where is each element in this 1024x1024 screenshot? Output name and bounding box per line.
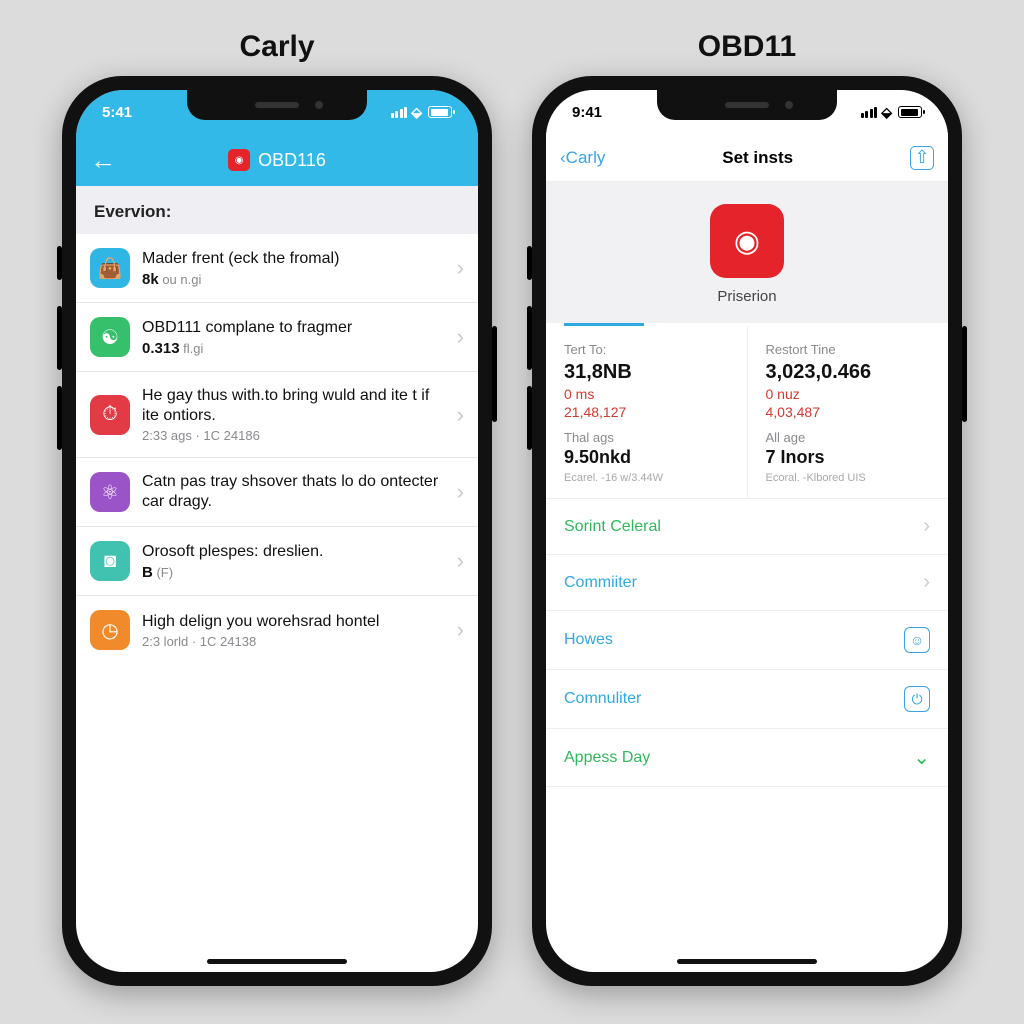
nav-title: Set insts — [722, 148, 793, 168]
chevron-right-icon: › — [923, 515, 930, 538]
notch — [187, 90, 367, 120]
stat-column-left: Tert To: 31,8NB 0 ms 21,48,127 Thal ags … — [546, 326, 747, 498]
link-sorint-celeral[interactable]: Sorint Celeral › — [546, 499, 948, 555]
link-appess-day[interactable]: Appess Day ⌄ — [546, 729, 948, 787]
battery-icon — [898, 106, 922, 118]
status-time: 9:41 — [572, 104, 602, 121]
molecule-icon: ⚛ — [90, 472, 130, 512]
phone-frame-left: 5:41 ⬙ ← ◉ OBD116 Evervion: 👜 — [62, 76, 492, 986]
camera-icon: ◙ — [90, 541, 130, 581]
home-indicator[interactable] — [207, 959, 347, 964]
list-item[interactable]: ◷ High delign you worehsrad hontel 2:3 l… — [76, 596, 478, 664]
chevron-right-icon: › — [449, 479, 464, 505]
list-item[interactable]: ☯ OBD111 complane to fragmer 0.313 fl.gi… — [76, 303, 478, 372]
chevron-right-icon: › — [449, 548, 464, 574]
nav-bar: ‹Carly Set insts ⇧ — [546, 134, 948, 182]
back-arrow-icon[interactable]: ← — [90, 145, 116, 176]
stat-main: 3,023,0.466 — [766, 361, 931, 384]
stats-panel: Tert To: 31,8NB 0 ms 21,48,127 Thal ags … — [546, 326, 948, 498]
share-icon[interactable]: ⇧ — [910, 146, 934, 170]
home-indicator[interactable] — [677, 959, 817, 964]
hero-caption: Priserion — [717, 288, 776, 305]
chevron-right-icon: › — [449, 402, 464, 428]
person-icon: ☺ — [904, 627, 930, 653]
diagnostics-list: 👜 Mader frent (eck the fromal) 8k ou n.g… — [76, 234, 478, 664]
nav-title: OBD116 — [258, 150, 326, 171]
list-item[interactable]: ◙ Orosoft plespes: dreslien. B (F) › — [76, 527, 478, 596]
gauge-icon: ☯ — [90, 317, 130, 357]
power-icon: ⏻ — [904, 686, 930, 712]
app-logo-icon: ◉ — [228, 149, 250, 171]
wifi-icon: ⬙ — [881, 104, 892, 121]
bag-icon: 👜 — [90, 248, 130, 288]
link-comnuliter[interactable]: Comnuliter ⏻ — [546, 670, 948, 729]
app-logo-icon: ◉ — [710, 204, 784, 278]
obd11-column: OBD11 9:41 ⬙ ‹Carly Set insts ⇧ ◉ Priser… — [532, 30, 962, 986]
link-howes[interactable]: Howes ☺ — [546, 611, 948, 670]
obd11-heading: OBD11 — [698, 30, 796, 64]
tachometer-icon: ⏱ — [90, 395, 130, 435]
nav-bar: ← ◉ OBD116 — [76, 134, 478, 186]
back-button[interactable]: ‹Carly — [560, 148, 605, 168]
carly-heading: Carly — [239, 30, 314, 64]
chevron-right-icon: › — [449, 617, 464, 643]
link-commiiter[interactable]: Commiiter › — [546, 555, 948, 611]
chevron-right-icon: › — [449, 255, 464, 281]
battery-icon — [428, 106, 452, 118]
wifi-icon: ⬙ — [411, 104, 422, 121]
action-list: Sorint Celeral › Commiiter › Howes ☺ Com… — [546, 498, 948, 787]
signal-icon — [391, 107, 408, 118]
stat-column-right: Restort Tine 3,023,0.466 0 nuz 4,03,487 … — [747, 326, 949, 498]
status-time: 5:41 — [102, 104, 132, 121]
list-item[interactable]: ⏱ He gay thus with.to bring wuld and ite… — [76, 372, 478, 458]
hero-section: ◉ Priserion — [546, 182, 948, 323]
list-item[interactable]: ⚛ Catn pas tray shsover thats lo do onte… — [76, 458, 478, 527]
stat-main: 31,8NB — [564, 361, 729, 384]
carly-column: Carly 5:41 ⬙ ← ◉ OBD116 Evervion: — [62, 30, 492, 986]
list-item[interactable]: 👜 Mader frent (eck the fromal) 8k ou n.g… — [76, 234, 478, 303]
section-header: Evervion: — [76, 186, 478, 234]
clock-icon: ◷ — [90, 610, 130, 650]
notch — [657, 90, 837, 120]
signal-icon — [861, 107, 878, 118]
chevron-right-icon: › — [923, 571, 930, 594]
chevron-down-icon: ⌄ — [913, 745, 930, 770]
chevron-right-icon: › — [449, 324, 464, 350]
phone-frame-right: 9:41 ⬙ ‹Carly Set insts ⇧ ◉ Priserion Te… — [532, 76, 962, 986]
